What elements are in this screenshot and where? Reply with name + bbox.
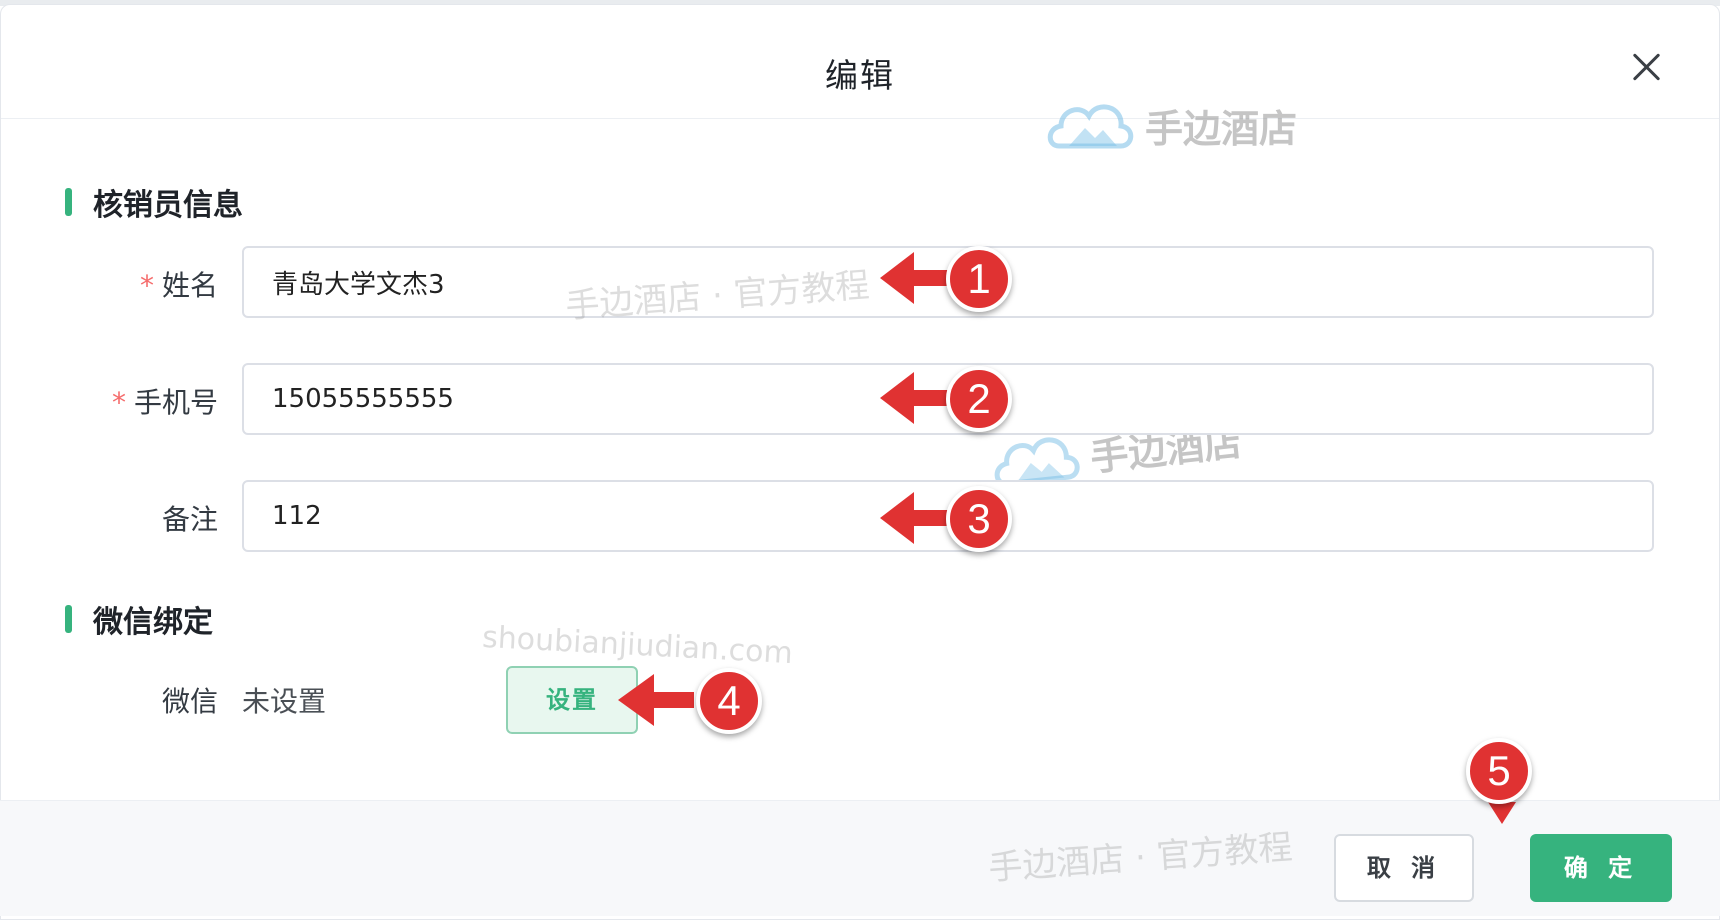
wechat-label: 微信: [0, 680, 218, 720]
callout-1: 1: [946, 246, 1012, 312]
name-label-text: 姓名: [161, 269, 218, 302]
arrow-left-icon: [880, 492, 948, 544]
cancel-button[interactable]: 取 消: [1334, 834, 1474, 902]
section-title-info: 核销员信息: [93, 188, 243, 223]
confirm-button[interactable]: 确 定: [1530, 834, 1672, 902]
section-header-info: 核销员信息: [65, 180, 243, 224]
callout-4: 4: [696, 668, 762, 734]
section-accent-bar: [65, 605, 72, 633]
close-icon[interactable]: [1627, 47, 1667, 87]
arrow-down-icon: [1488, 802, 1516, 824]
required-mark: *: [111, 386, 126, 419]
note-label: 备注: [0, 498, 218, 538]
callout-3: 3: [946, 486, 1012, 552]
edit-dialog: 编辑: [0, 4, 1720, 920]
section-title-wechat: 微信绑定: [93, 605, 213, 640]
phone-label: * 手机号: [0, 381, 218, 421]
note-label-text: 备注: [161, 503, 218, 536]
arrow-left-icon: [880, 252, 948, 304]
phone-label-text: 手机号: [133, 386, 218, 419]
arrow-left-icon: [880, 372, 948, 424]
wechat-status: 未设置: [242, 685, 327, 718]
dialog-title: 编辑: [825, 56, 895, 95]
wechat-label-text: 微信: [161, 685, 218, 718]
dialog-header: 编辑: [1, 5, 1719, 119]
callout-2: 2: [946, 366, 1012, 432]
arrow-left-icon: [618, 674, 694, 726]
name-label: * 姓名: [0, 264, 218, 304]
callout-5: 5: [1466, 738, 1532, 804]
section-accent-bar: [65, 188, 72, 216]
section-header-wechat: 微信绑定: [65, 597, 213, 641]
required-mark: *: [139, 269, 154, 302]
